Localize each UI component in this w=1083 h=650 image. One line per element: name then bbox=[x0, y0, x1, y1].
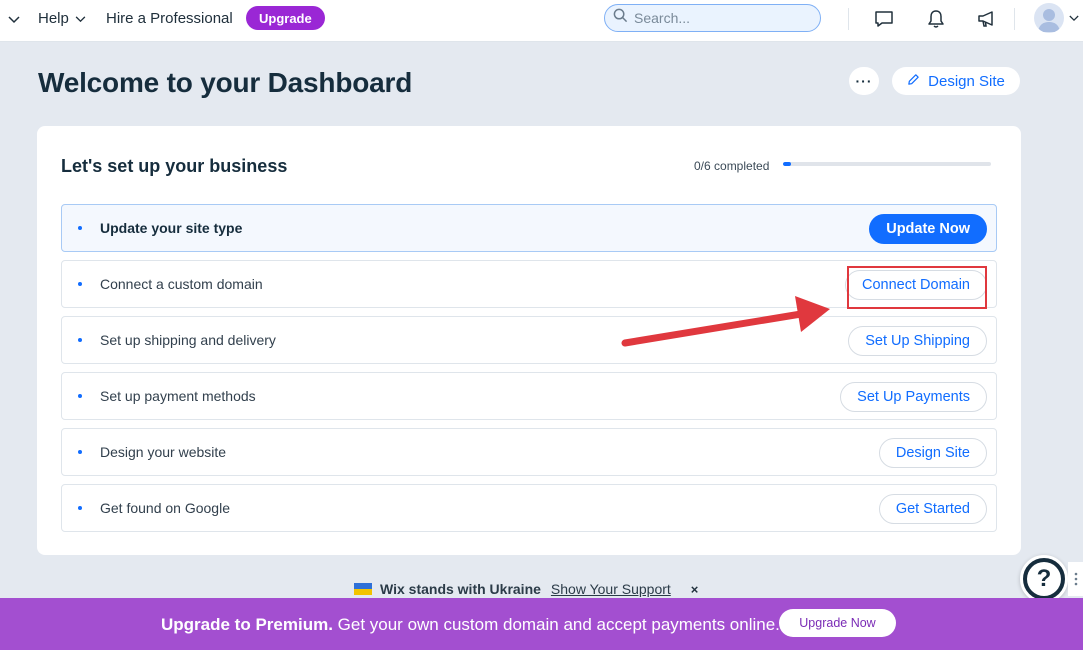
premium-banner: Upgrade to Premium. Get your own custom … bbox=[0, 598, 1083, 650]
help-menu[interactable]: Help bbox=[38, 10, 86, 27]
banner-upgrade-button[interactable]: Upgrade Now bbox=[779, 609, 896, 637]
bullet bbox=[78, 226, 82, 230]
bullet bbox=[78, 338, 82, 342]
search-input[interactable] bbox=[634, 10, 804, 26]
set-up-payments-button[interactable]: Set Up Payments bbox=[840, 382, 987, 412]
question-mark-icon: ? bbox=[1027, 562, 1061, 596]
help-label: Help bbox=[38, 10, 69, 27]
bullet bbox=[78, 450, 82, 454]
task-label: Design your website bbox=[100, 444, 227, 460]
banner-bold-text: Upgrade to Premium. bbox=[161, 615, 333, 634]
top-bar: Help Hire a Professional Upgrade bbox=[0, 0, 1083, 42]
task-google[interactable]: Get found on Google Get Started bbox=[61, 484, 997, 532]
banner-text: Upgrade to Premium. Get your own custom … bbox=[161, 615, 780, 635]
design-site-task-button[interactable]: Design Site bbox=[878, 438, 987, 468]
megaphone-icon[interactable] bbox=[975, 8, 999, 30]
chevron-down-icon bbox=[75, 10, 86, 27]
avatar[interactable] bbox=[1034, 3, 1064, 33]
divider bbox=[1014, 8, 1015, 30]
bell-icon[interactable] bbox=[924, 8, 948, 30]
annotation-arrow-icon bbox=[621, 296, 830, 347]
bullet bbox=[78, 506, 82, 510]
set-up-shipping-button[interactable]: Set Up Shipping bbox=[848, 326, 987, 356]
close-icon[interactable]: × bbox=[691, 582, 699, 597]
hire-professional-link[interactable]: Hire a Professional bbox=[106, 10, 233, 27]
help-chat-button[interactable]: ? bbox=[1020, 555, 1068, 603]
page-title: Welcome to your Dashboard bbox=[38, 67, 413, 98]
get-started-button[interactable]: Get Started bbox=[878, 494, 987, 524]
progress-fill bbox=[783, 162, 792, 166]
task-label: Get found on Google bbox=[100, 500, 230, 516]
search-icon bbox=[613, 8, 628, 28]
ukraine-flag-icon bbox=[354, 583, 372, 595]
task-label: Set up shipping and delivery bbox=[100, 332, 276, 348]
task-label: Update your site type bbox=[100, 220, 243, 236]
design-site-label: Design Site bbox=[928, 72, 1005, 90]
setup-card: Let's set up your business 0/6 completed… bbox=[37, 126, 1021, 555]
bullet bbox=[78, 394, 82, 398]
task-label: Connect a custom domain bbox=[100, 276, 263, 292]
drag-handle-icon[interactable] bbox=[1068, 562, 1083, 596]
task-payments[interactable]: Set up payment methods Set Up Payments bbox=[61, 372, 997, 420]
task-update-site-type[interactable]: Update your site type Update Now bbox=[61, 204, 997, 252]
chevron-down-icon[interactable] bbox=[6, 12, 22, 28]
upgrade-button[interactable]: Upgrade bbox=[246, 6, 325, 30]
task-shipping[interactable]: Set up shipping and delivery Set Up Ship… bbox=[61, 316, 997, 364]
banner-body-text: Get your own custom domain and accept pa… bbox=[332, 615, 780, 634]
chat-bubble-icon[interactable] bbox=[872, 8, 896, 30]
search-box[interactable] bbox=[604, 4, 821, 32]
update-now-button[interactable]: Update Now bbox=[869, 214, 987, 244]
show-support-link[interactable]: Show Your Support bbox=[551, 581, 671, 597]
setup-title: Let's set up your business bbox=[61, 156, 288, 176]
pencil-icon bbox=[907, 73, 920, 90]
ukraine-notice: Wix stands with Ukraine Show Your Suppor… bbox=[354, 581, 698, 597]
progress-text: 0/6 completed bbox=[694, 159, 770, 173]
bullet bbox=[78, 282, 82, 286]
ukraine-text: Wix stands with Ukraine bbox=[380, 581, 541, 597]
more-actions-button[interactable]: ··· bbox=[849, 67, 879, 95]
design-site-button[interactable]: Design Site bbox=[892, 67, 1020, 95]
annotation-highlight-box bbox=[847, 266, 987, 309]
divider bbox=[848, 8, 849, 30]
task-design-website[interactable]: Design your website Design Site bbox=[61, 428, 997, 476]
task-label: Set up payment methods bbox=[100, 388, 256, 404]
progress-bar bbox=[783, 162, 991, 166]
chevron-down-icon[interactable] bbox=[1068, 12, 1080, 24]
